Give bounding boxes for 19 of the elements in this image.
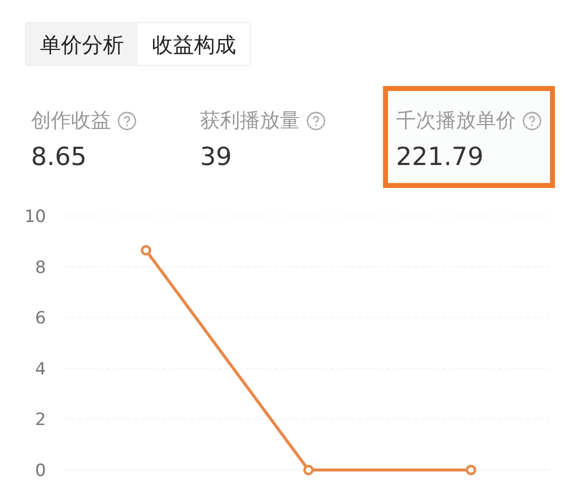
axis-label: 2 (35, 410, 46, 430)
tab[interactable]: 单价分析 (26, 23, 138, 65)
data-point (466, 464, 476, 476)
stat-label: 获利播放量 (200, 107, 300, 134)
data-point (140, 245, 152, 256)
stat-value: 39 (200, 142, 232, 171)
data-point (303, 464, 314, 476)
stat-value: 221.79 (396, 142, 484, 171)
axis-label: 4 (35, 359, 46, 380)
stat-value: 8.65 (31, 142, 87, 171)
help-icon[interactable] (522, 110, 542, 130)
axis-label: 8 (35, 258, 46, 278)
stat-label: 创作收益 (31, 107, 111, 134)
axis-label: 10 (24, 207, 46, 227)
axis-label: 6 (35, 308, 46, 329)
stat-label: 千次播放单价 (396, 107, 516, 134)
help-icon[interactable] (306, 110, 326, 130)
axis-label: 0 (35, 461, 46, 481)
help-icon[interactable] (117, 110, 137, 130)
